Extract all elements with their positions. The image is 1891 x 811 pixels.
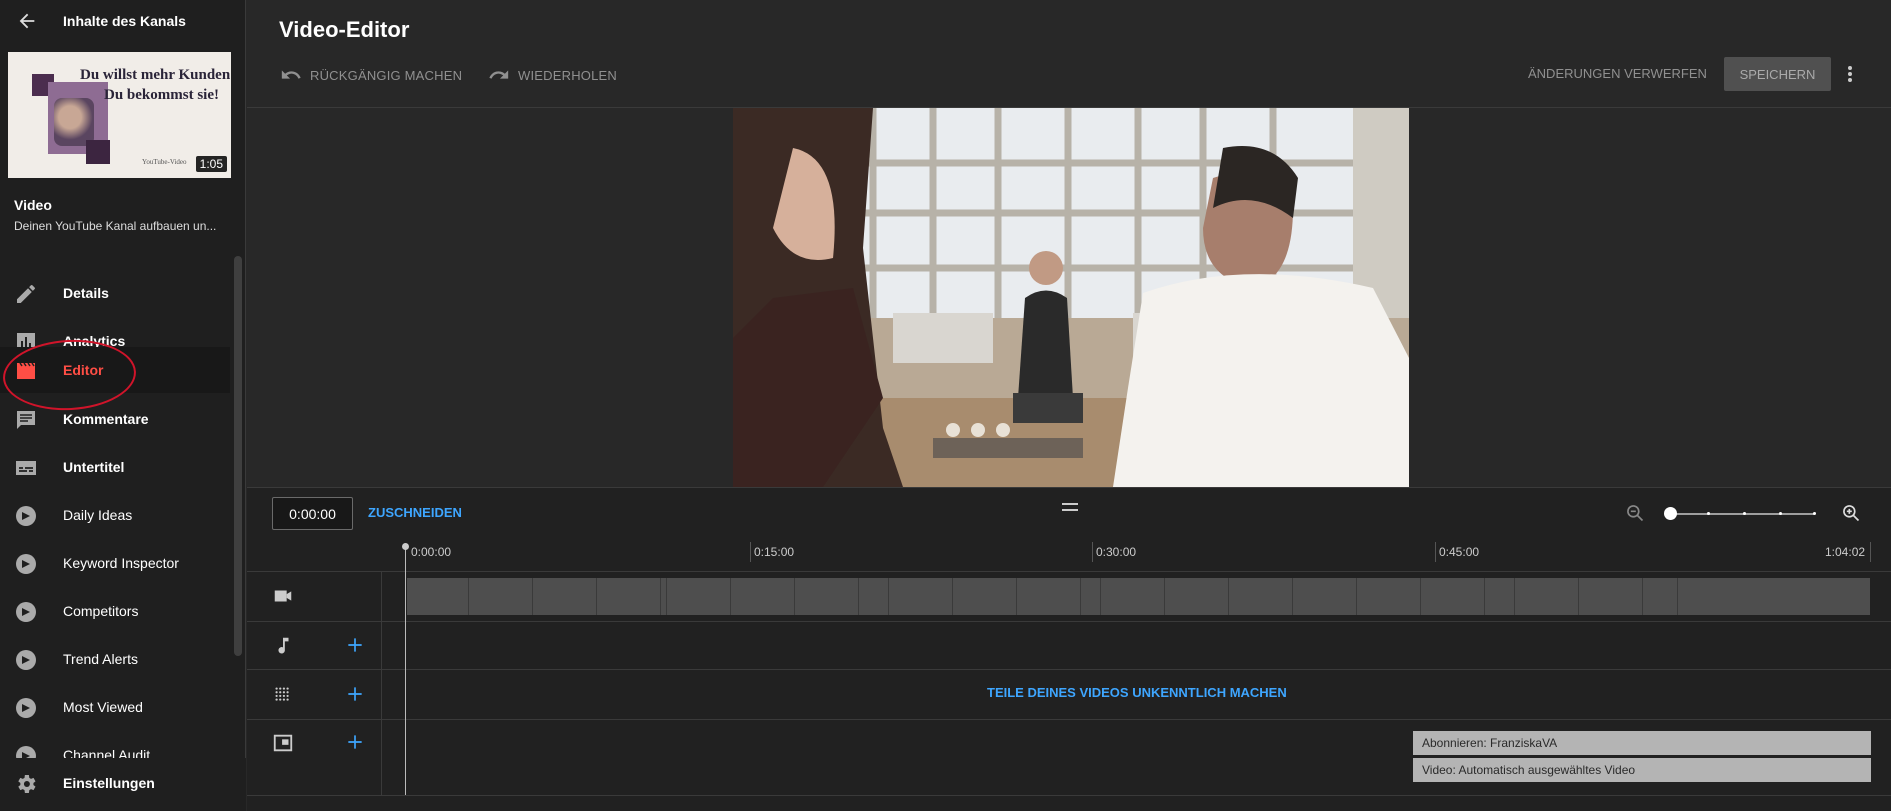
sidebar-item-label: Kommentare [63,411,149,427]
sidebar-item-keyword-inspector[interactable]: Keyword Inspector [0,540,230,586]
end-screen-icon [273,734,293,752]
zoom-slider-track[interactable] [1667,513,1815,515]
video-thumbnail[interactable]: Du willst mehr Kunden? Du bekommst sie! … [8,52,231,178]
track-divider [247,795,1891,796]
redo-button[interactable]: WIEDERHOLEN [488,64,617,86]
vidiq-icon [16,506,36,526]
ruler-label: 0:15:00 [754,545,795,559]
zoom-slider-stop [1813,512,1816,515]
music-note-icon [278,637,289,654]
add-end-screen-icon[interactable] [345,732,365,752]
sidebar-item-label: Most Viewed [63,699,143,715]
thumbnail-text-line2: Du bekommst sie! [104,87,219,103]
track-divider [247,719,1891,720]
ruler-label: 0:00:00 [411,545,452,559]
video-subtitle: Deinen YouTube Kanal aufbauen un... [14,219,217,233]
sidebar-item-competitors[interactable]: Competitors [0,588,230,634]
more-vert-icon[interactable] [1842,62,1858,86]
sidebar: Inhalte des Kanals Du willst mehr Kunden… [0,0,246,811]
vidiq-icon [16,698,36,718]
track-header-divider [381,571,382,795]
video-preview[interactable] [733,108,1409,487]
page-title: Video-Editor [279,17,410,42]
track-divider [247,621,1891,622]
undo-icon [281,70,301,79]
back-to-channel-content[interactable]: Inhalte des Kanals [0,0,246,42]
sidebar-item-label: Trend Alerts [63,651,138,667]
ruler-label: 0:45:00 [1439,545,1480,559]
sidebar-item-label: Details [63,285,109,301]
panel-resize-handle[interactable] [1062,503,1078,511]
track-divider [247,669,1891,670]
redo-icon [489,70,509,79]
ruler-tick [750,542,751,562]
pencil-icon [17,284,35,303]
duration-badge: 1:05 [195,156,227,172]
ruler-tick [1092,542,1093,562]
vidiq-icon [16,650,36,670]
thumbnail-photo [54,98,94,146]
playhead-line[interactable] [405,545,406,795]
zoom-in-icon[interactable] [1841,503,1861,523]
subtitles-icon [16,461,36,475]
thumbnail-decor [86,140,110,164]
ruler-tick [1870,542,1871,562]
back-label[interactable]: Inhalte des Kanals [63,13,186,29]
settings-label: Einstellungen [63,775,155,791]
sidebar-item-label: Untertitel [63,459,125,475]
blur-icon [275,687,289,701]
thumbnail-text-line1: Du willst mehr Kunden? [80,67,231,83]
sidebar-item-untertitel[interactable]: Untertitel [0,444,230,490]
sidebar-item-label: Keyword Inspector [63,555,179,571]
gear-icon [18,775,36,793]
sidebar-scrollbar[interactable] [234,256,242,656]
ruler-tick [1435,542,1436,562]
trim-button[interactable]: ZUSCHNEIDEN [368,505,462,520]
sidebar-item-daily-ideas[interactable]: Daily Ideas [0,492,230,538]
thumbnail-small-text: YouTube-Video [142,158,187,166]
sidebar-item-kommentare[interactable]: Kommentare [0,396,230,442]
blur-video-link[interactable]: TEILE DEINES VIDEOS UNKENNTLICH MACHEN [987,685,1287,700]
end-screen-element[interactable]: Abonnieren: FranziskaVA [1413,731,1871,755]
discard-changes-button[interactable]: ÄNDERUNGEN VERWERFEN [1528,66,1707,81]
vidiq-icon [16,602,36,622]
video-frame-image [733,108,1409,487]
ruler-label: 0:30:00 [1096,545,1137,559]
zoom-out-icon[interactable] [1625,503,1645,523]
undo-button[interactable]: RÜCKGÄNGIG MACHEN [280,64,462,86]
current-time-input[interactable]: 0:00:00 [272,497,353,530]
sidebar-item-most-viewed[interactable]: Most Viewed [0,684,230,730]
redo-label: WIEDERHOLEN [518,67,617,83]
undo-label: RÜCKGÄNGIG MACHEN [310,67,463,83]
track-divider [247,571,1891,572]
playhead-handle[interactable] [402,543,409,550]
zoom-slider-stop [1707,512,1710,515]
sidebar-item-label: Daily Ideas [63,507,133,523]
zoom-slider-knob[interactable] [1664,507,1677,520]
sidebar-item-trend-alerts[interactable]: Trend Alerts [0,636,230,682]
add-blur-icon[interactable] [345,684,365,704]
videocam-icon [274,590,292,602]
sidebar-item-details[interactable]: Details [0,270,230,316]
end-screen-element[interactable]: Video: Automatisch ausgewähltes Video [1413,758,1871,782]
save-button[interactable]: SPEICHERN [1724,57,1831,91]
sidebar-item-settings[interactable]: Einstellungen [0,758,246,811]
add-audio-icon[interactable] [345,635,365,655]
sidebar-item-label: Competitors [63,603,139,619]
ruler-label: 1:04:02 [1825,545,1866,559]
video-title: Video [14,197,52,213]
vidiq-icon [16,554,36,574]
video-track-strip[interactable] [407,578,1870,615]
arrow-back-icon[interactable] [16,10,38,32]
zoom-slider-stop [1779,512,1782,515]
zoom-slider-stop [1743,512,1746,515]
comment-icon [17,411,35,429]
